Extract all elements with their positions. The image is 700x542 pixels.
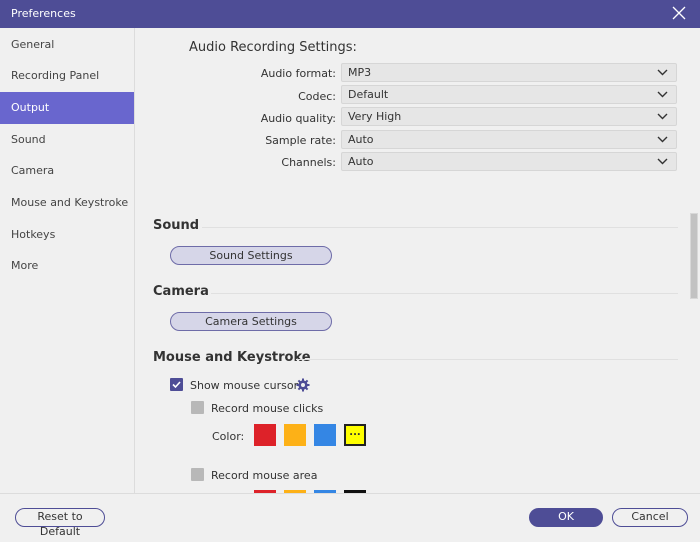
dialog-footer: Reset to Default OK Cancel (0, 493, 700, 542)
channels-value: Auto (348, 155, 374, 168)
codec-select[interactable]: Default (341, 85, 677, 104)
gear-icon[interactable] (296, 378, 310, 392)
reset-to-default-button[interactable]: Reset to Default (15, 508, 105, 538)
sidebar-item-recording-panel[interactable]: Recording Panel (0, 60, 134, 92)
sidebar: General Recording Panel Output Sound Cam… (0, 28, 135, 493)
show-mouse-cursor-checkbox[interactable] (170, 378, 183, 391)
mouse-keystroke-heading: Mouse and Keystroke (153, 350, 311, 365)
audio-quality-value: Very High (348, 110, 402, 123)
camera-heading: Camera (153, 284, 209, 299)
chevron-down-icon (657, 69, 668, 76)
sidebar-item-mouse-and-keystroke[interactable]: Mouse and Keystroke (0, 187, 134, 219)
audio-quality-label: Audio quality: (260, 112, 336, 125)
sidebar-item-hotkeys[interactable]: Hotkeys (0, 219, 134, 251)
record-mouse-area-checkbox[interactable] (191, 468, 204, 481)
channels-select[interactable]: Auto (341, 152, 677, 171)
settings-content: Audio Recording Settings: Audio format: … (136, 28, 688, 493)
click-color-red-swatch[interactable] (254, 424, 276, 446)
ok-button[interactable]: OK (529, 508, 603, 527)
section-divider (296, 359, 678, 360)
chevron-down-icon (657, 136, 668, 143)
show-mouse-cursor-label: Show mouse cursor (190, 379, 299, 392)
audio-settings-heading: Audio Recording Settings: (189, 40, 357, 55)
sidebar-item-output[interactable]: Output (0, 92, 134, 124)
audio-format-select[interactable]: MP3 (341, 63, 677, 82)
audio-format-value: MP3 (348, 66, 372, 79)
audio-format-label: Audio format: (260, 67, 336, 80)
color-label: Color: (212, 430, 245, 443)
checkmark-icon (172, 381, 181, 389)
close-icon[interactable] (672, 6, 686, 20)
record-mouse-clicks-checkbox[interactable] (191, 401, 204, 414)
sample-rate-label: Sample rate: (265, 134, 336, 147)
section-divider (211, 293, 678, 294)
sidebar-item-more[interactable]: More (0, 250, 134, 282)
audio-quality-select[interactable]: Very High (341, 107, 677, 126)
sidebar-item-general[interactable]: General (0, 29, 134, 61)
sidebar-item-camera[interactable]: Camera (0, 155, 134, 187)
record-mouse-area-label: Record mouse area (211, 469, 318, 482)
more-colors-button[interactable]: ... (344, 424, 366, 446)
sound-heading: Sound (153, 218, 200, 233)
sound-settings-button[interactable]: Sound Settings (170, 246, 332, 265)
camera-settings-button[interactable]: Camera Settings (170, 312, 332, 331)
cancel-button[interactable]: Cancel (612, 508, 688, 527)
codec-value: Default (348, 88, 389, 101)
window-title: Preferences (11, 7, 76, 20)
chevron-down-icon (657, 158, 668, 165)
section-divider (202, 227, 678, 228)
click-color-orange-swatch[interactable] (284, 424, 306, 446)
record-mouse-clicks-label: Record mouse clicks (211, 402, 324, 415)
channels-label: Channels: (281, 156, 336, 169)
codec-label: Codec: (298, 90, 336, 103)
sample-rate-value: Auto (348, 133, 374, 146)
content-scrollbar[interactable] (690, 213, 698, 299)
sidebar-item-sound[interactable]: Sound (0, 124, 134, 156)
chevron-down-icon (657, 113, 668, 120)
click-color-blue-swatch[interactable] (314, 424, 336, 446)
title-bar: Preferences (0, 0, 700, 28)
chevron-down-icon (657, 91, 668, 98)
sample-rate-select[interactable]: Auto (341, 130, 677, 149)
